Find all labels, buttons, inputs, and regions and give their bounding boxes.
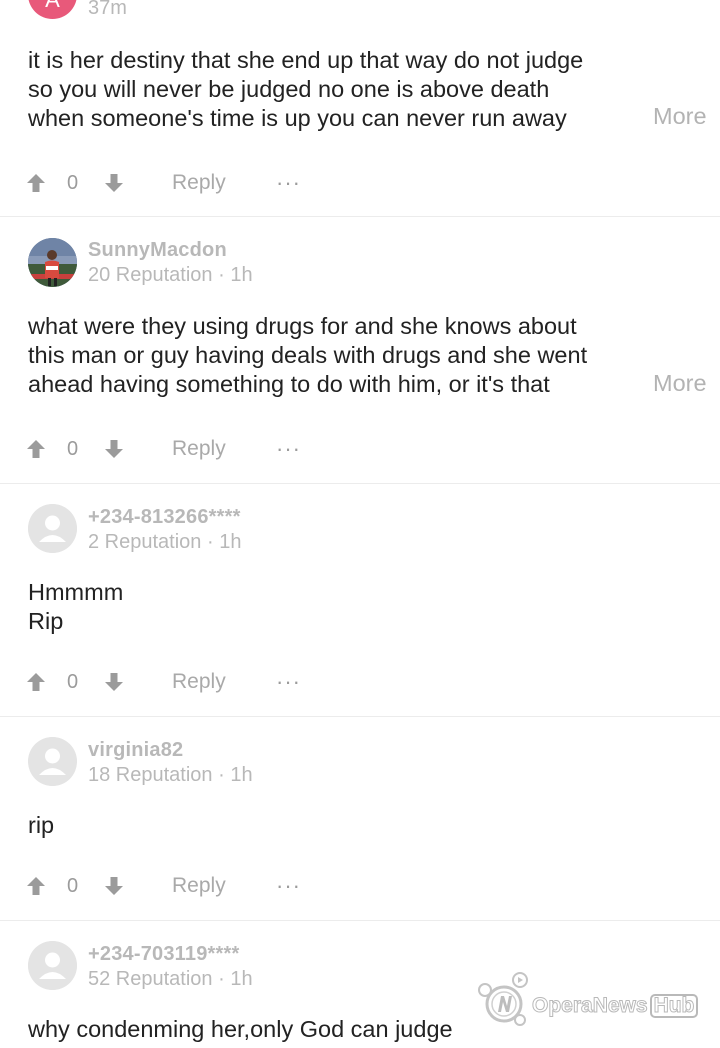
- more-link[interactable]: More: [653, 103, 707, 130]
- arrow-down-icon: [105, 440, 123, 458]
- comment-item: +234-813266**** 2 Reputation · 1h Hmmmm …: [0, 484, 720, 716]
- arrow-up-icon: [27, 440, 45, 458]
- downvote-button[interactable]: [104, 667, 124, 697]
- arrow-down-icon: [105, 673, 123, 691]
- arrow-up-icon: [27, 174, 45, 192]
- reputation-time: 20 Reputation · 1h: [88, 264, 253, 286]
- comment-item: SunnyMacdon 20 Reputation · 1h what were…: [0, 217, 720, 483]
- comment-item: virginia82 18 Reputation · 1h rip 0 Repl…: [0, 717, 720, 920]
- comment-text: it is her destiny that she end up that w…: [28, 46, 648, 133]
- upvote-button[interactable]: [26, 434, 46, 464]
- comment-line: so you will never be judged no one is ab…: [28, 76, 550, 102]
- more-link[interactable]: More: [653, 370, 707, 397]
- default-avatar-icon: [28, 504, 77, 553]
- reply-button[interactable]: Reply: [172, 434, 226, 464]
- vote-count: 0: [67, 171, 79, 194]
- avatar-letter: A: [28, 0, 77, 13]
- comment-actions: 0 Reply ···: [0, 667, 720, 697]
- downvote-button[interactable]: [104, 168, 124, 198]
- upvote-button[interactable]: [26, 168, 46, 198]
- avatar[interactable]: A: [28, 0, 77, 19]
- downvote-button[interactable]: [104, 434, 124, 464]
- upvote-button[interactable]: [26, 667, 46, 697]
- comment-actions: 0 Reply ···: [0, 168, 720, 198]
- comment-line: rip: [28, 812, 55, 838]
- avatar[interactable]: [28, 941, 77, 990]
- avatar[interactable]: [28, 504, 77, 553]
- comment-line: it is her destiny that she end up that w…: [28, 47, 584, 73]
- reply-button[interactable]: Reply: [172, 667, 226, 697]
- more-options-button[interactable]: ···: [276, 168, 301, 198]
- more-options-button[interactable]: ···: [276, 667, 301, 697]
- comment-actions: 0 Reply ···: [0, 434, 720, 464]
- comment-feed: A 37m it is her destiny that she end up …: [0, 0, 720, 1048]
- vote-count: 0: [67, 670, 79, 693]
- comment-line: ahead having something to do with him, o…: [28, 371, 550, 397]
- comment-actions: 0 Reply ···: [0, 871, 720, 901]
- comment-line: Rip: [28, 608, 64, 634]
- arrow-down-icon: [105, 877, 123, 895]
- reply-button[interactable]: Reply: [172, 871, 226, 901]
- comment-text: Hmmmm Rip: [28, 578, 648, 636]
- username[interactable]: virginia82: [88, 739, 183, 762]
- comment-text: what were they using drugs for and she k…: [28, 312, 648, 399]
- comment-line: why condenming her,only God can judge: [28, 1016, 453, 1042]
- more-options-button[interactable]: ···: [276, 871, 301, 901]
- reputation-time: 2 Reputation · 1h: [88, 531, 242, 553]
- profile-photo-icon: [28, 238, 77, 287]
- reply-button[interactable]: Reply: [172, 168, 226, 198]
- comment-line: when someone's time is up you can never …: [28, 105, 567, 131]
- vote-count: 0: [67, 437, 79, 460]
- username[interactable]: +234-703119****: [88, 943, 239, 966]
- avatar[interactable]: [28, 737, 77, 786]
- username[interactable]: +234-813266****: [88, 506, 241, 529]
- reputation-time: 18 Reputation · 1h: [88, 764, 253, 786]
- comment-line: this man or guy having deals with drugs …: [28, 342, 588, 368]
- default-avatar-icon: [28, 737, 77, 786]
- comment-text: why condenming her,only God can judge: [28, 1015, 648, 1044]
- upvote-button[interactable]: [26, 871, 46, 901]
- downvote-button[interactable]: [104, 871, 124, 901]
- arrow-up-icon: [27, 673, 45, 691]
- comment-text: rip: [28, 811, 648, 840]
- reputation-time: 52 Reputation · 1h: [88, 968, 253, 990]
- username[interactable]: SunnyMacdon: [88, 239, 227, 262]
- comment-line: Hmmmm: [28, 579, 124, 605]
- comment-item: A 37m it is her destiny that she end up …: [0, 0, 720, 216]
- comment-item: +234-703119**** 52 Reputation · 1h why c…: [0, 921, 720, 1048]
- more-options-button[interactable]: ···: [276, 434, 301, 464]
- avatar[interactable]: [28, 238, 77, 287]
- vote-count: 0: [67, 874, 79, 897]
- default-avatar-icon: [28, 941, 77, 990]
- comment-time: 37m: [88, 0, 127, 19]
- comment-line: what were they using drugs for and she k…: [28, 313, 577, 339]
- arrow-up-icon: [27, 877, 45, 895]
- arrow-down-icon: [105, 174, 123, 192]
